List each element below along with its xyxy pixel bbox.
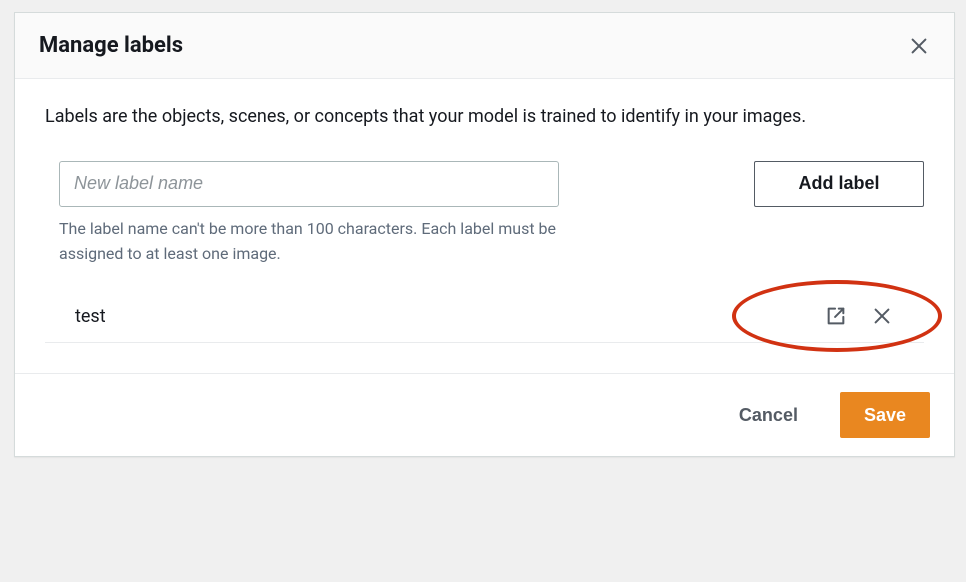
modal-title: Manage labels [39, 33, 183, 58]
label-list: test [45, 292, 924, 343]
manage-labels-modal: Manage labels Labels are the objects, sc… [14, 12, 955, 457]
delete-label-button[interactable] [870, 304, 894, 328]
new-label-input[interactable] [59, 161, 559, 207]
modal-header: Manage labels [15, 13, 954, 79]
input-help-text: The label name can't be more than 100 ch… [59, 217, 559, 267]
modal-description: Labels are the objects, scenes, or conce… [45, 103, 924, 131]
modal-body: Labels are the objects, scenes, or conce… [15, 79, 954, 373]
edit-icon [825, 305, 847, 327]
label-name: test [75, 306, 106, 327]
edit-label-button[interactable] [824, 304, 848, 328]
cancel-button[interactable]: Cancel [715, 392, 822, 438]
close-icon [908, 35, 930, 57]
add-label-button[interactable]: Add label [754, 161, 924, 207]
close-icon [871, 305, 893, 327]
modal-footer: Cancel Save [15, 373, 954, 456]
close-button[interactable] [908, 35, 930, 57]
label-item: test [45, 292, 924, 342]
label-input-row: The label name can't be more than 100 ch… [45, 161, 924, 267]
save-button[interactable]: Save [840, 392, 930, 438]
label-actions [824, 304, 910, 328]
